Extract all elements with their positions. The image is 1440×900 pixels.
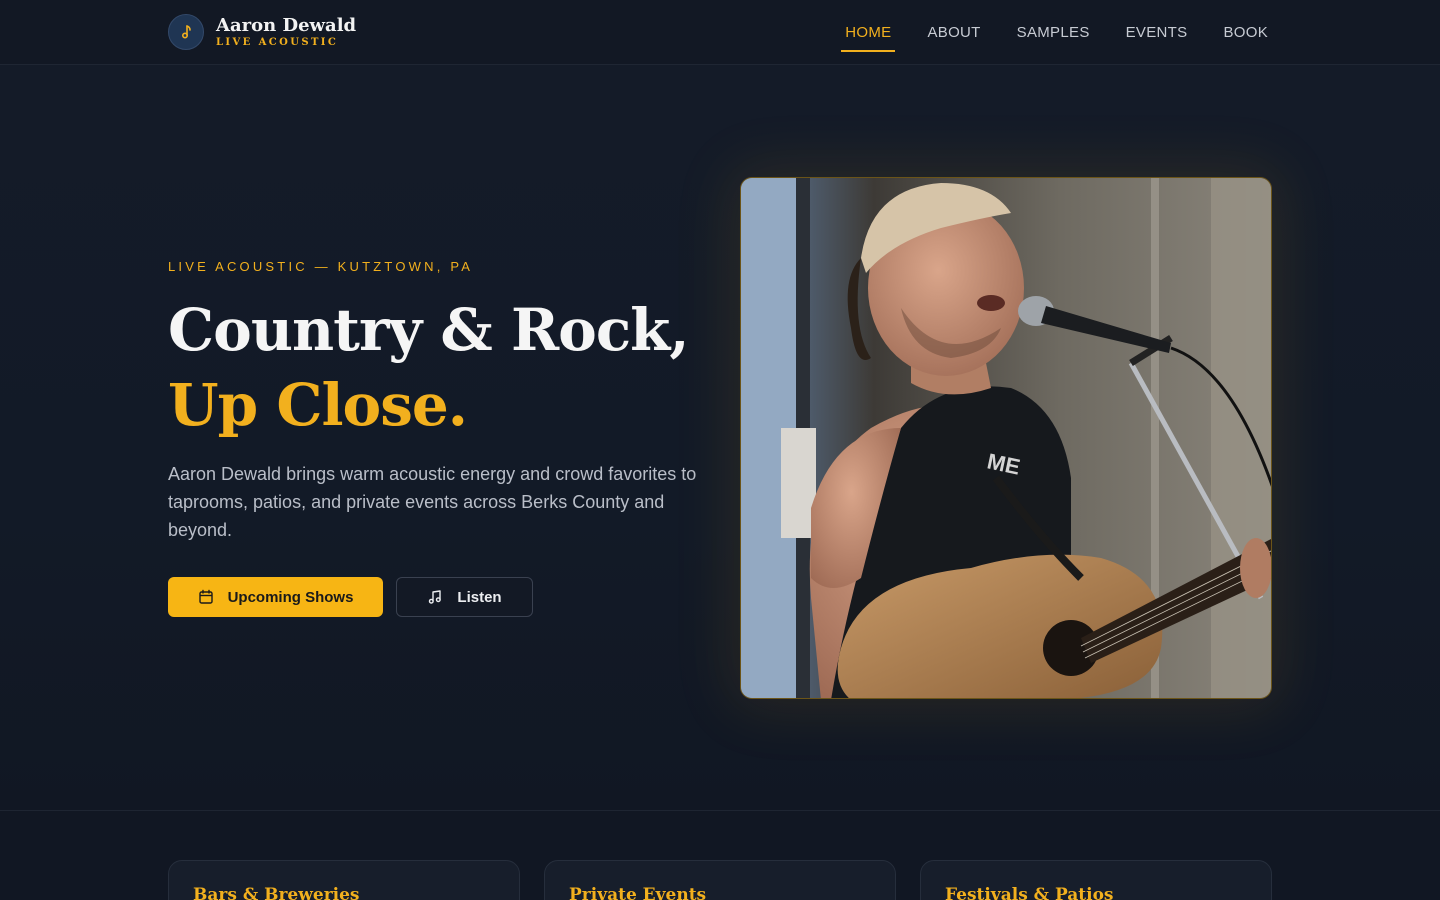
brand-name: Aaron Dewald [216,15,357,36]
music-note-icon [429,590,442,604]
hero-photo: ME [740,177,1272,699]
nav-home[interactable]: HOME [841,0,896,65]
card-title: Festivals & Patios [945,885,1114,900]
hero-title-line1: Country & Rock, [168,296,690,364]
music-note-icon [168,14,204,50]
upcoming-shows-label: Upcoming Shows [227,588,354,606]
brand-tagline: LIVE ACOUSTIC [216,37,339,48]
hero-lead: Aaron Dewald brings warm acoustic energy… [168,464,697,540]
card-festivals-patios[interactable]: Festivals & Patios [920,860,1272,900]
nav-book[interactable]: BOOK [1223,0,1268,65]
card-bars-breweries[interactable]: Bars & Breweries [168,860,520,900]
hero-section: LIVE ACOUSTIC — KUTZTOWN, PA Country & R… [0,65,1440,811]
hero-title: Country & Rock, Up Close. [168,293,690,443]
brand[interactable]: Aaron Dewald LIVE ACOUSTIC [168,14,356,50]
hero-eyebrow: LIVE ACOUSTIC — KUTZTOWN, PA [168,259,474,274]
nav-samples[interactable]: SAMPLES [1017,0,1090,65]
nav-events[interactable]: EVENTS [1126,0,1188,65]
listen-button[interactable]: Listen [396,577,533,617]
listen-label: Listen [457,588,502,606]
card-title: Private Events [569,885,707,900]
card-title: Bars & Breweries [193,885,360,900]
site-header: Aaron Dewald LIVE ACOUSTIC HOME ABOUT SA… [0,0,1440,65]
card-private-events[interactable]: Private Events [544,860,896,900]
upcoming-shows-button[interactable]: Upcoming Shows [168,577,383,617]
venue-cards: Bars & Breweries Private Events Festival… [168,860,1272,900]
main-nav: HOME ABOUT SAMPLES EVENTS BOOK [809,0,1268,65]
calendar-icon [198,589,213,604]
hero-title-line2: Up Close. [168,371,468,439]
nav-about[interactable]: ABOUT [927,0,980,65]
